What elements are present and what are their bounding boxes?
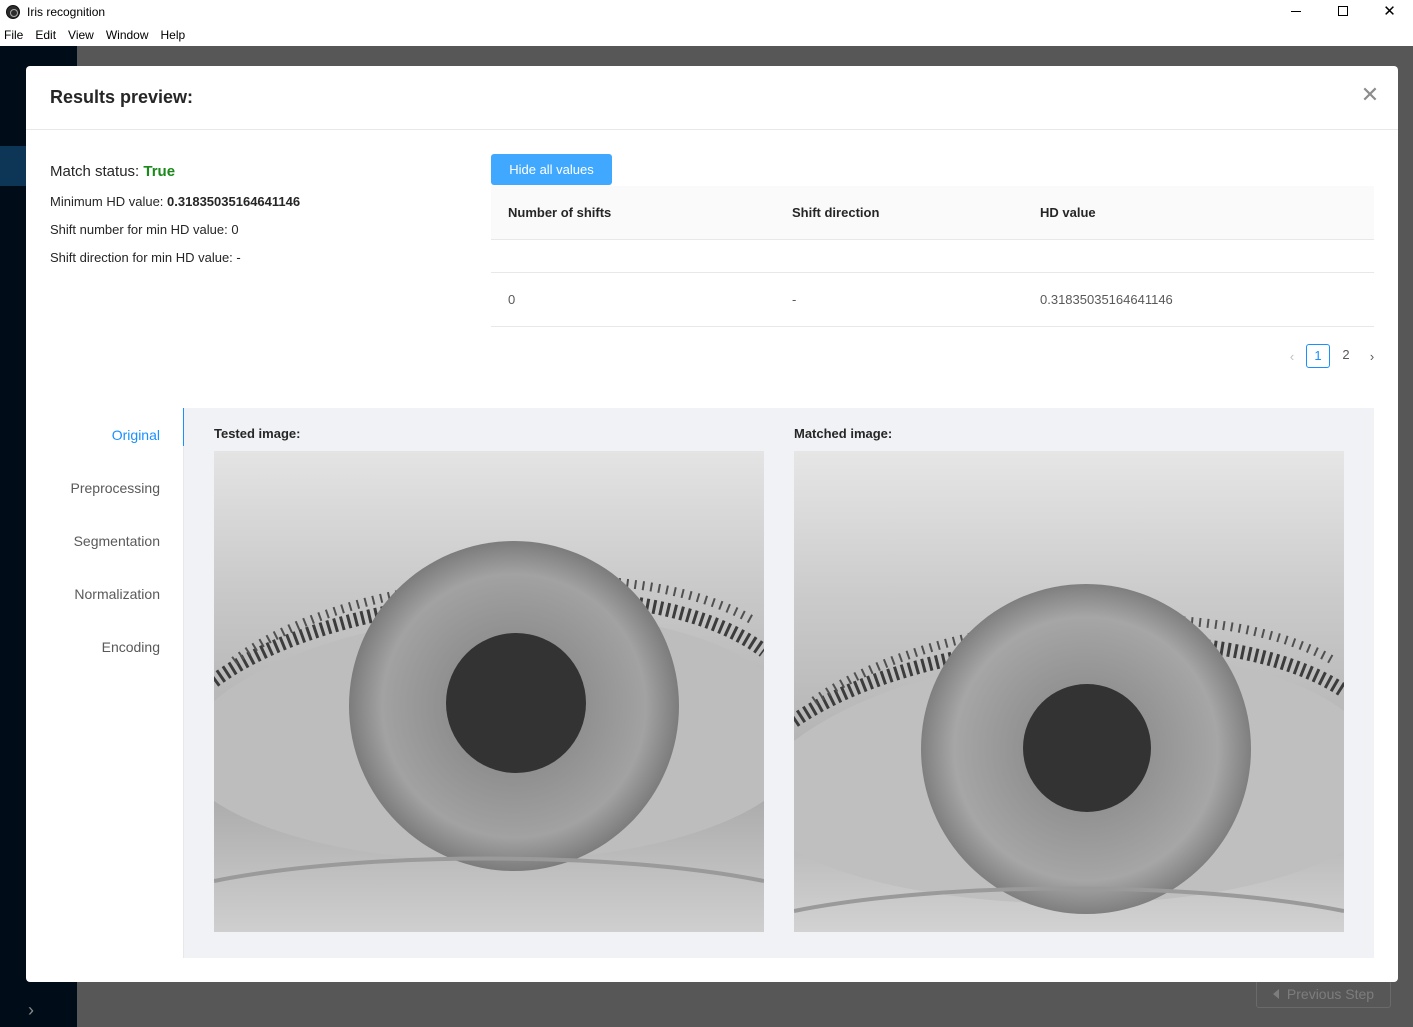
cell-direction: - [792,292,797,307]
matched-image-label: Matched image: [794,426,893,441]
match-status: Match status: True [50,158,470,188]
previous-step-label: Previous Step [1286,986,1375,1002]
tab-preprocessing[interactable]: Preprocessing [50,461,183,514]
min-hd-value: Minimum HD value: 0.31835035164641146 [50,188,470,216]
menu-window[interactable]: Window [102,28,154,42]
tab-segmentation[interactable]: Segmentation [50,514,183,567]
sidebar-active-item [0,146,26,186]
maximize-button[interactable] [1319,0,1366,22]
minimize-icon [1290,10,1301,12]
min-hd-label: Minimum HD value: [50,194,164,209]
close-icon: ✕ [1383,3,1396,20]
modal-header: Results preview: [26,66,1398,130]
maximize-icon [1337,6,1348,16]
table-header: Number of shifts Shift direction HD valu… [491,186,1374,240]
tab-encoding[interactable]: Encoding [50,620,183,673]
results-preview-modal: Results preview: ✕ Match status: True Mi… [26,66,1398,982]
shift-direction-value: - [236,250,241,265]
column-header-shifts: Number of shifts [508,205,612,220]
menu-bar: File Edit View Window Help [0,24,1413,46]
menu-view[interactable]: View [64,28,99,42]
pagination-prev-icon[interactable]: ‹ [1282,349,1302,364]
tab-content-original: Tested image: Matched image: [184,408,1374,958]
menu-edit[interactable]: Edit [31,28,61,42]
close-icon: ✕ [1360,82,1380,107]
modal-title: Results preview: [50,87,194,107]
column-header-hd: HD value [1040,205,1096,220]
shift-direction-label: Shift direction for min HD value: [50,250,233,265]
pagination-page-2[interactable]: 2 [1334,344,1358,368]
table-spacer-row [491,240,1374,273]
stage-tabs: Original Preprocessing Segmentation Norm… [50,408,185,958]
shift-direction: Shift direction for min HD value: - [50,244,470,272]
pagination-next-icon[interactable]: › [1362,349,1382,364]
matched-eye-image [794,451,1344,932]
window-title: Iris recognition [27,5,106,19]
window-controls: ✕ [1272,0,1413,24]
hide-all-values-button[interactable]: Hide all values [491,154,612,185]
shift-number-label: Shift number for min HD value: [50,222,228,237]
title-bar: Iris recognition ✕ [0,0,1413,24]
previous-step-button[interactable]: Previous Step [1256,980,1391,1008]
min-hd-number: 0.31835035164641146 [167,194,301,209]
modal-close-button[interactable]: ✕ [1358,84,1382,108]
cell-hd: 0.31835035164641146 [1040,292,1173,307]
cell-shifts: 0 [508,292,516,307]
menu-file[interactable]: File [0,28,28,42]
pagination-page-1[interactable]: 1 [1306,344,1330,368]
tested-image-label: Tested image: [214,426,301,441]
results-table: Number of shifts Shift direction HD valu… [491,186,1374,327]
app-icon [6,5,20,19]
shift-number-value: 0 [231,222,239,237]
column-header-direction: Shift direction [792,205,880,220]
table-row: 0 - 0.31835035164641146 [491,273,1374,327]
shift-number: Shift number for min HD value: 0 [50,216,470,244]
pagination: ‹ 1 2 › [1282,344,1382,368]
minimize-button[interactable] [1272,0,1319,22]
tab-normalization[interactable]: Normalization [50,567,183,620]
tab-original[interactable]: Original [50,408,183,461]
match-summary: Match status: True Minimum HD value: 0.3… [50,158,470,272]
match-status-label: Match status: [50,163,140,180]
close-window-button[interactable]: ✕ [1366,0,1413,22]
match-status-value: True [143,163,176,180]
sidebar-expand-icon[interactable]: › [28,1000,34,1021]
menu-help[interactable]: Help [157,28,191,42]
tested-eye-image [214,451,764,932]
caret-left-icon [1272,989,1279,999]
